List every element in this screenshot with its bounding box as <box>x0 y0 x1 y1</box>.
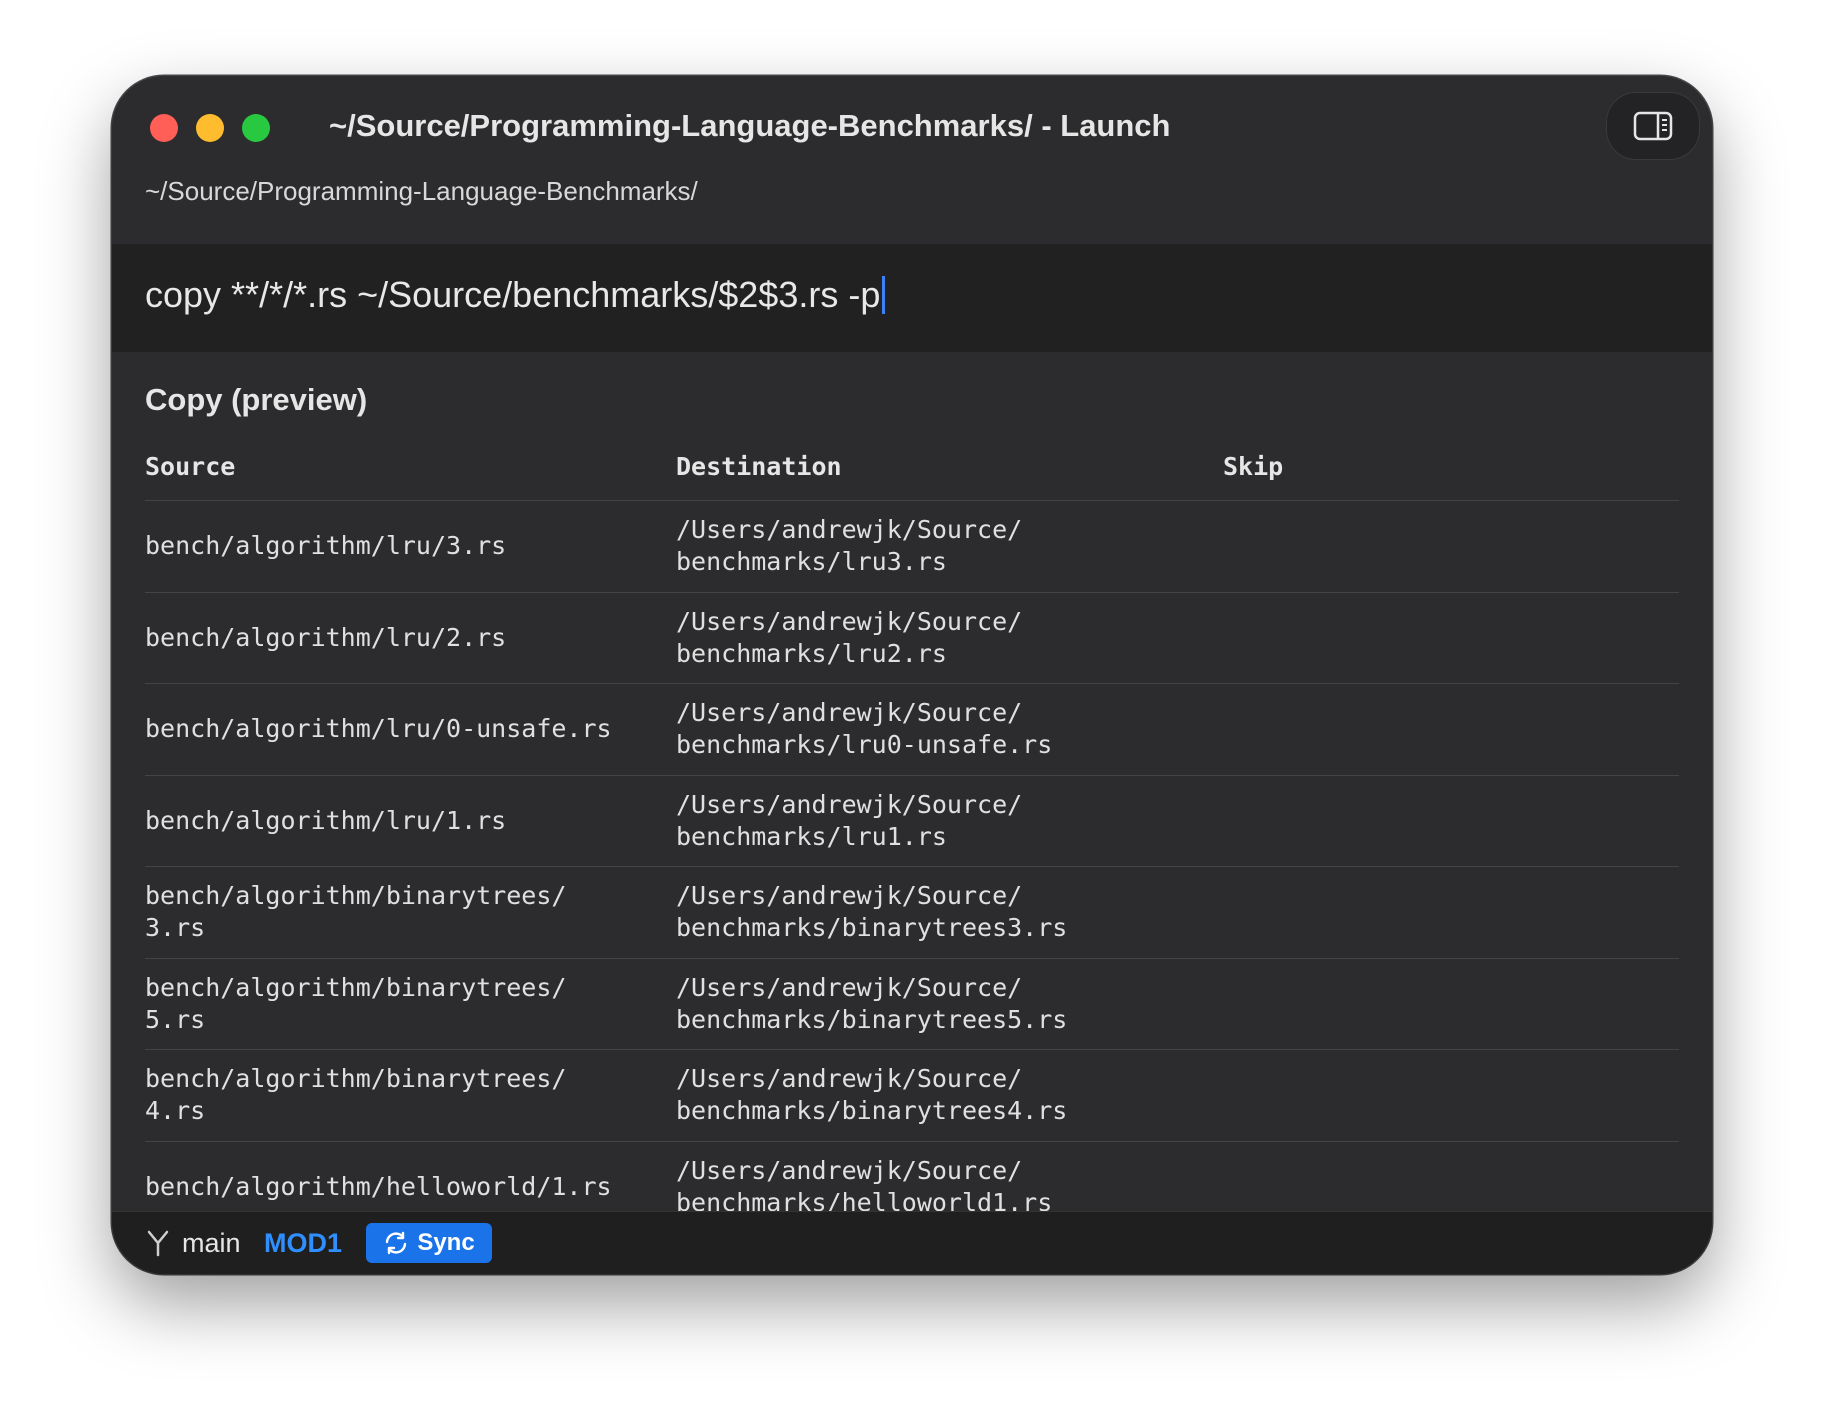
skip-cell <box>1223 684 1523 775</box>
column-header-source: Source <box>145 452 236 481</box>
skip-cell <box>1223 501 1523 592</box>
source-cell: bench/algorithm/binarytrees/ 4.rs <box>145 1064 567 1126</box>
destination-cell: /Users/andrewjk/Source/ benchmarks/lru1.… <box>676 789 1023 851</box>
status-bar: main MOD1 Sync <box>112 1211 1712 1274</box>
skip-cell <box>1223 867 1523 958</box>
table-row: bench/algorithm/helloworld/1.rs /Users/a… <box>145 1142 1679 1213</box>
sidebar-right-icon <box>1633 111 1673 141</box>
destination-cell: /Users/andrewjk/Source/ benchmarks/binar… <box>676 881 1068 943</box>
skip-cell <box>1223 776 1523 867</box>
preview-title: Copy (preview) <box>145 382 368 417</box>
skip-cell <box>1223 1142 1523 1213</box>
source-cell: bench/algorithm/lru/0-unsafe.rs <box>145 714 612 744</box>
source-cell: bench/algorithm/lru/3.rs <box>145 531 507 561</box>
title-bar: ~/Source/Programming-Language-Benchmarks… <box>112 76 1712 176</box>
table-row: bench/algorithm/binarytrees/ 3.rs /Users… <box>145 867 1679 959</box>
current-path: ~/Source/Programming-Language-Benchmarks… <box>145 176 698 206</box>
destination-cell: /Users/andrewjk/Source/ benchmarks/binar… <box>676 972 1068 1034</box>
window-title: ~/Source/Programming-Language-Benchmarks… <box>329 108 1171 143</box>
command-text: copy **/*/*.rs ~/Source/benchmarks/$2$3.… <box>145 274 881 315</box>
column-header-skip: Skip <box>1223 452 1284 481</box>
table-row: bench/algorithm/lru/2.rs /Users/andrewjk… <box>145 593 1679 684</box>
maximize-window-button[interactable] <box>242 114 270 142</box>
destination-cell: /Users/andrewjk/Source/ benchmarks/lru3.… <box>676 515 1023 577</box>
source-cell: bench/algorithm/lru/1.rs <box>145 805 507 835</box>
destination-cell: /Users/andrewjk/Source/ benchmarks/binar… <box>676 1064 1068 1126</box>
table-header: Source Destination Skip <box>145 430 1679 501</box>
table-row: bench/algorithm/binarytrees/ 4.rs /Users… <box>145 1050 1679 1142</box>
close-window-button[interactable] <box>150 114 178 142</box>
command-bar: copy **/*/*.rs ~/Source/benchmarks/$2$3.… <box>112 244 1712 352</box>
preview-panel: Copy (preview) Source Destination Skip b… <box>145 352 1679 1212</box>
skip-cell <box>1223 1050 1523 1141</box>
destination-cell: /Users/andrewjk/Source/ benchmarks/hello… <box>676 1155 1053 1212</box>
table-row: bench/algorithm/lru/0-unsafe.rs /Users/a… <box>145 684 1679 776</box>
minimize-window-button[interactable] <box>196 114 224 142</box>
modified-count-badge: MOD1 <box>264 1228 343 1258</box>
source-cell: bench/algorithm/helloworld/1.rs <box>145 1171 612 1201</box>
column-header-destination: Destination <box>676 452 842 481</box>
text-caret <box>882 276 886 314</box>
app-window: ~/Source/Programming-Language-Benchmarks… <box>112 76 1712 1274</box>
table-row: bench/algorithm/lru/3.rs /Users/andrewjk… <box>145 501 1679 593</box>
destination-cell: /Users/andrewjk/Source/ benchmarks/lru0-… <box>676 698 1053 760</box>
sync-label: Sync <box>417 1229 475 1256</box>
table-row: bench/algorithm/binarytrees/ 5.rs /Users… <box>145 959 1679 1050</box>
command-input[interactable]: copy **/*/*.rs ~/Source/benchmarks/$2$3.… <box>145 274 886 316</box>
table-row: bench/algorithm/lru/1.rs /Users/andrewjk… <box>145 776 1679 867</box>
destination-cell: /Users/andrewjk/Source/ benchmarks/lru2.… <box>676 606 1023 668</box>
branch-name[interactable]: main <box>182 1228 241 1259</box>
source-cell: bench/algorithm/lru/2.rs <box>145 622 507 652</box>
sync-icon <box>386 1231 407 1255</box>
git-branch-icon <box>147 1230 169 1257</box>
skip-cell <box>1223 593 1523 684</box>
sync-button[interactable]: Sync <box>366 1223 492 1263</box>
table-body: bench/algorithm/lru/3.rs /Users/andrewjk… <box>145 501 1679 1212</box>
skip-cell <box>1223 959 1523 1050</box>
source-cell: bench/algorithm/binarytrees/ 3.rs <box>145 881 567 943</box>
toggle-sidebar-button[interactable] <box>1606 92 1700 160</box>
source-cell: bench/algorithm/binarytrees/ 5.rs <box>145 972 567 1034</box>
